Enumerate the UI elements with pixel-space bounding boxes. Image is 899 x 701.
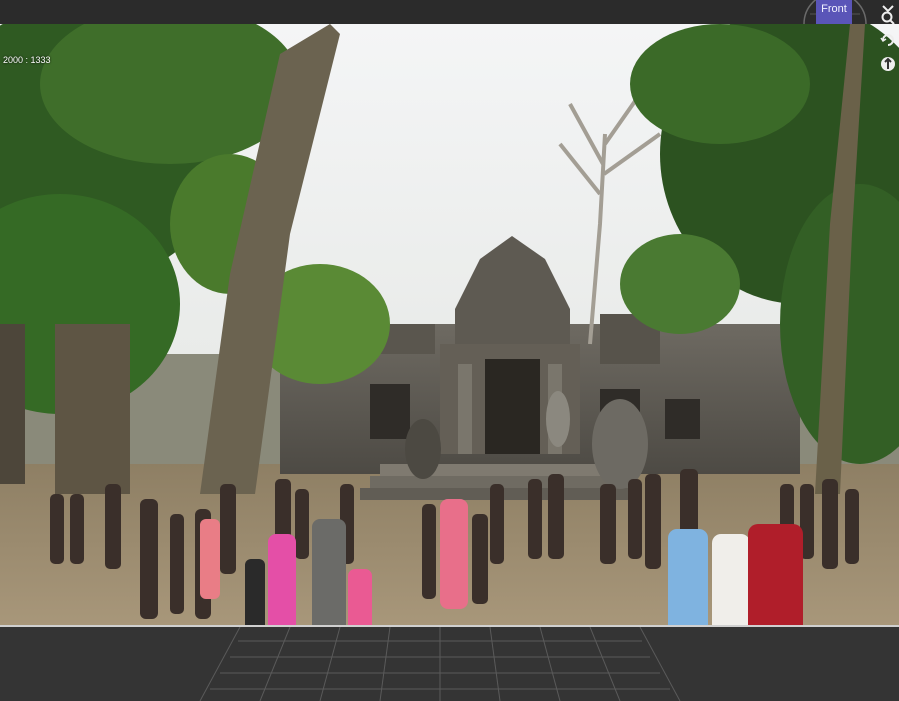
zoom-icon[interactable] bbox=[879, 10, 897, 28]
rotate-icon[interactable] bbox=[879, 32, 897, 50]
camera-view-button[interactable]: Front bbox=[816, 0, 852, 24]
resolution-label: 2000 : 1333 bbox=[3, 55, 51, 65]
scene-render bbox=[0, 24, 899, 626]
top-toolbar bbox=[0, 0, 899, 24]
pan-icon[interactable] bbox=[879, 56, 897, 74]
scene-viewport[interactable]: 2000 : 1333 bbox=[0, 24, 899, 626]
ground-grid bbox=[0, 627, 899, 701]
